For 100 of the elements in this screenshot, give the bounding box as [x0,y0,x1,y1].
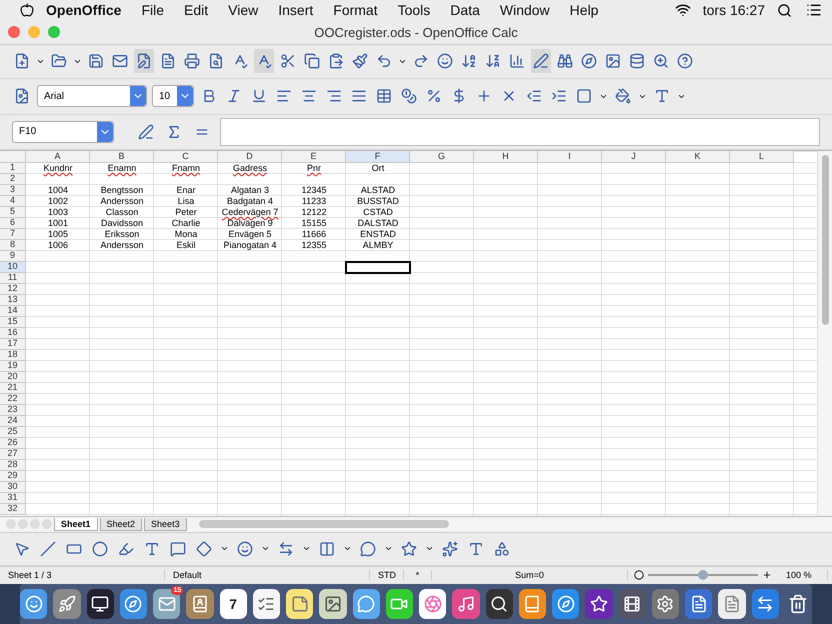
cell-text: 1005 [48,230,68,239]
row-header[interactable]: 25 [0,426,26,438]
column-header[interactable]: E [282,150,346,163]
column-header[interactable]: J [602,150,666,163]
row-header[interactable]: 5 [0,206,26,218]
column-header[interactable]: A [26,150,90,163]
row-header[interactable]: 21 [0,382,26,394]
column-header[interactable]: C [154,150,218,163]
contacts-icon[interactable] [186,588,214,619]
column-header[interactable]: L [730,150,794,163]
row-header[interactable]: 22 [0,394,26,405]
list-icon[interactable] [806,2,822,18]
wifi-icon[interactable] [674,2,691,18]
film-icon[interactable] [618,588,646,619]
row-header[interactable]: 27 [0,448,26,460]
row-header[interactable]: 3 [0,184,26,196]
cell-text: 1001 [48,218,68,228]
modified-indicator: * [404,570,432,580]
row-header[interactable]: 2 [0,174,26,185]
app-menu[interactable]: OpenOffice [38,2,130,18]
messages-icon[interactable] [352,588,380,619]
row-header[interactable]: 13 [0,294,26,306]
notes-icon[interactable] [286,588,314,619]
row-header[interactable]: 9 [0,250,26,262]
row-header[interactable]: 28 [0,460,26,471]
menu-item[interactable]: Window [492,2,558,18]
row-header[interactable]: 15 [0,316,26,328]
row-header[interactable]: 17 [0,338,26,350]
font-size-field[interactable]: 10 [152,85,194,108]
reminders-icon[interactable] [252,588,280,619]
active-cell-cursor [345,260,411,274]
autospell-icon[interactable] [254,49,274,74]
cell-text: Andersson [100,196,144,206]
book-icon[interactable] [518,588,546,619]
menu-item[interactable]: Help [562,2,606,18]
column-header[interactable]: G [410,150,474,163]
font-name-field[interactable]: Arial [37,85,147,108]
cell-text: 15155 [301,218,327,228]
sheet-tab[interactable]: Sheet2 [100,518,142,531]
row-header[interactable]: 31 [0,492,26,504]
row-header[interactable]: 10 [0,262,26,273]
menu-item[interactable]: Data [442,2,488,18]
formula-input-field[interactable] [220,118,820,146]
menu-item[interactable]: Tools [390,2,438,18]
row-header[interactable]: 19 [0,360,26,372]
row-header[interactable]: 18 [0,350,26,361]
scrollbar-thumb[interactable] [822,154,828,325]
menubar-clock[interactable]: tors 16:27 [694,2,773,18]
row-header[interactable]: 26 [0,438,26,449]
row-header[interactable]: 14 [0,306,26,317]
row-header[interactable]: 8 [0,240,26,251]
document-icon[interactable] [718,588,746,619]
pen-icon[interactable] [531,49,551,74]
rocket-icon[interactable] [53,588,80,619]
cell-text: Peter [175,208,197,217]
menu-item[interactable]: View [220,2,266,18]
edit-file-icon[interactable] [134,49,154,74]
column-header[interactable]: F [346,150,410,163]
row-header[interactable]: 29 [0,470,26,482]
search-icon[interactable] [777,2,792,18]
row-header[interactable]: 24 [0,416,26,427]
row-header[interactable]: 1 [0,162,26,174]
settings-icon[interactable] [652,588,679,619]
row-header[interactable]: 6 [0,218,26,229]
row-header[interactable]: 32 [0,504,26,515]
horizontal-scrollbar[interactable] [198,520,449,528]
cell-text: 1002 [48,196,68,206]
apple-logo-icon[interactable] [20,3,34,18]
close-button[interactable] [8,26,20,38]
calendar-icon[interactable]: 7 [220,588,247,619]
menu-item[interactable]: File [133,2,172,18]
row-header[interactable]: 12 [0,284,26,295]
cell-text: Enamn [108,164,136,173]
menu-item[interactable]: Edit [176,2,216,18]
music-icon[interactable] [452,588,480,619]
column-header[interactable]: B [90,150,154,163]
column-header[interactable]: I [538,150,602,163]
corner-cell[interactable] [0,150,26,163]
row-header[interactable]: 16 [0,328,26,339]
row-header[interactable]: 20 [0,372,26,383]
row-header[interactable]: 23 [0,404,26,416]
envelope-icon [158,594,176,613]
cell-text: 11666 [302,230,326,239]
column-header[interactable]: K [666,150,730,163]
name-box[interactable]: F10 [12,120,114,143]
sheet-tab[interactable]: Sheet1 [54,518,98,531]
cell-text: Classon [106,208,138,217]
zoom-slider-thumb[interactable] [698,570,708,580]
sheet-tab[interactable]: Sheet3 [144,518,187,531]
row-header[interactable]: 4 [0,196,26,207]
column-header[interactable]: H [474,150,538,163]
menu-item[interactable]: Insert [270,2,322,18]
column-header[interactable]: D [218,150,282,163]
menu-item[interactable]: Format [325,2,386,18]
row-header[interactable]: 7 [0,228,26,240]
star-icon[interactable] [585,588,612,619]
zoom-percent: 100 % [778,570,828,580]
zoom-in-icon[interactable] [762,570,772,580]
row-header[interactable]: 11 [0,272,26,284]
row-header[interactable]: 30 [0,482,26,493]
